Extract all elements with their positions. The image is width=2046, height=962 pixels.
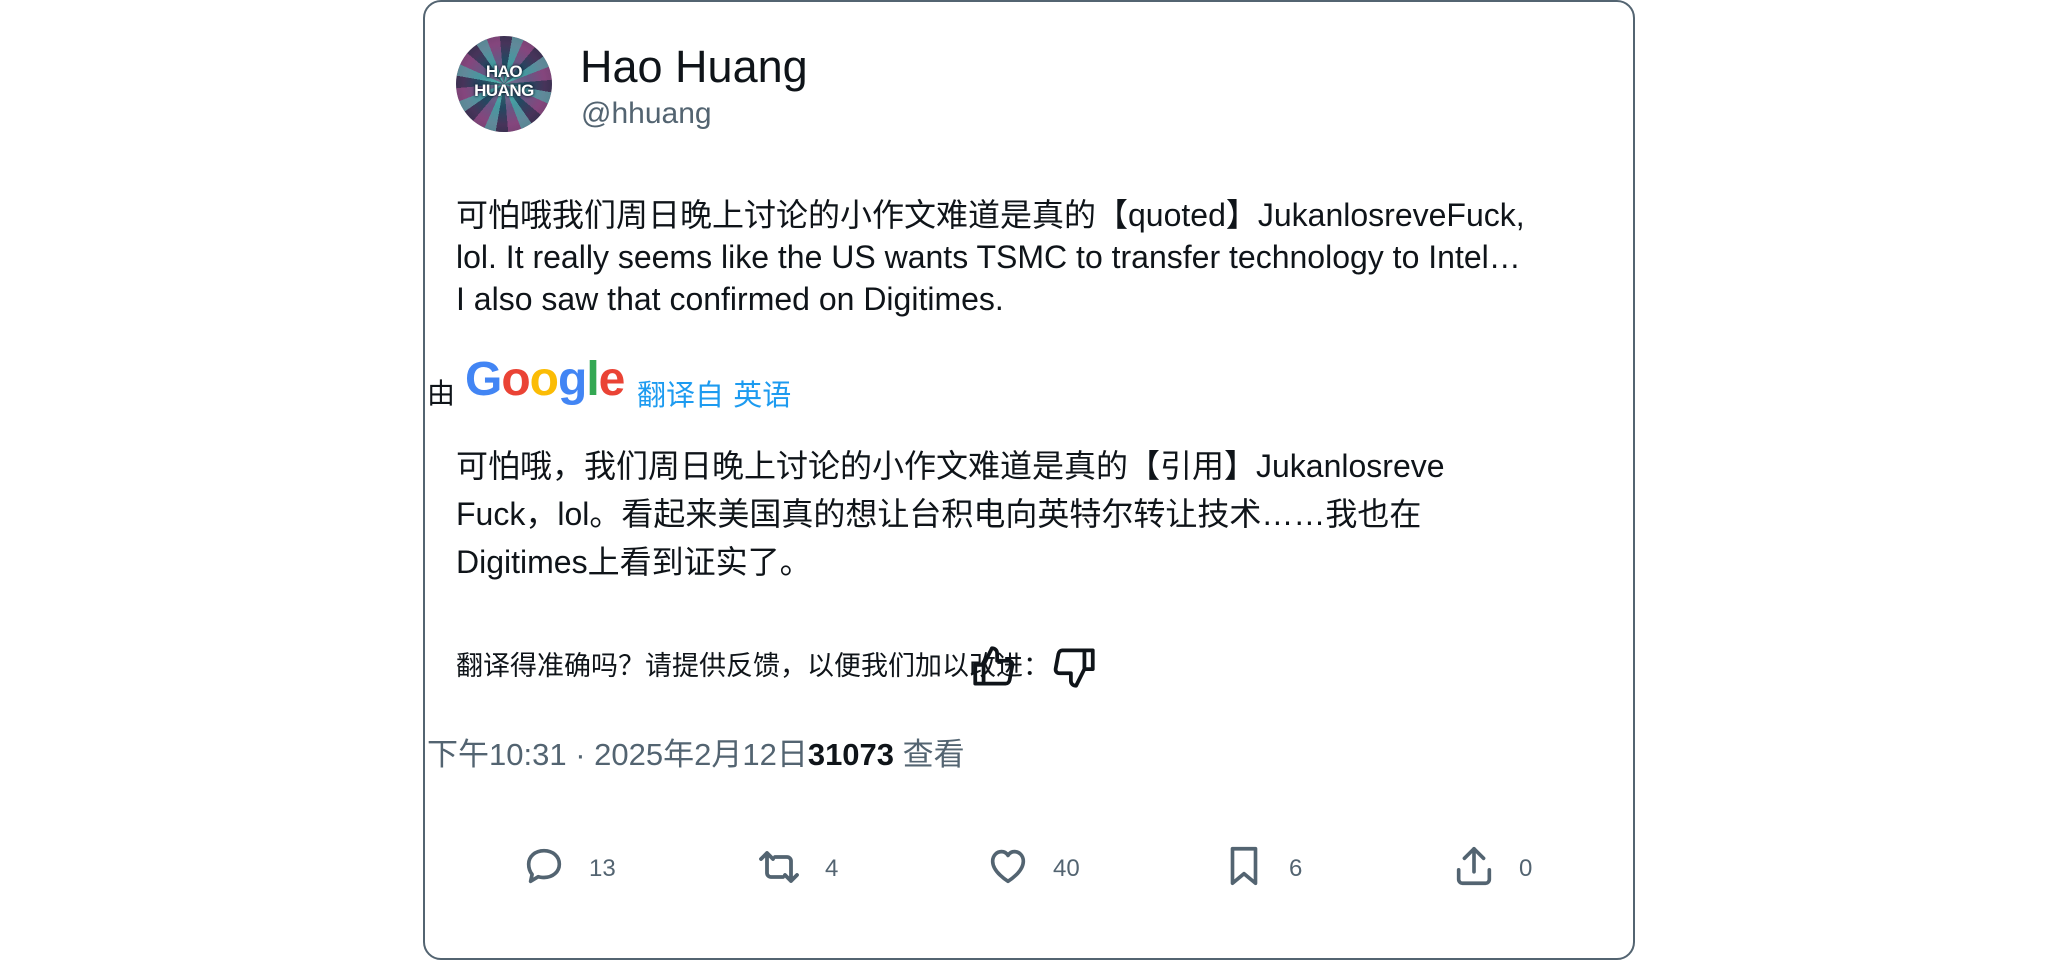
retweet-button[interactable]: 4 bbox=[755, 837, 855, 897]
tweet-text: 可怕哦我们周日晚上讨论的小作文难道是真的【quoted】Jukanlosreve… bbox=[456, 197, 1525, 317]
translation-feedback-prompt: 翻译得准确吗？请提供反馈，以便我们加以改进： bbox=[456, 651, 1050, 682]
share-button[interactable]: 0 bbox=[1451, 837, 1551, 897]
views-count: 31073 bbox=[807, 737, 895, 772]
bookmark-count: 6 bbox=[1289, 855, 1303, 882]
translated-by-label: 由 bbox=[427, 377, 456, 410]
meta-separator: · bbox=[566, 737, 595, 772]
share-icon bbox=[1456, 846, 1492, 886]
like-count: 40 bbox=[1053, 855, 1080, 882]
views-label: 查看 bbox=[894, 737, 965, 772]
tweet-meta: 下午10:31 · 2025年2月12日31073 查看 bbox=[427, 733, 965, 777]
reply-icon bbox=[526, 848, 562, 884]
translated-text: 可怕哦，我们周日晚上讨论的小作文难道是真的【引用】Jukanlosreve Fu… bbox=[456, 448, 1445, 580]
tweet-time[interactable]: 下午10:31 bbox=[427, 737, 567, 772]
thumbs-down-icon[interactable] bbox=[1049, 642, 1099, 692]
like-button[interactable]: 40 bbox=[985, 837, 1095, 897]
retweet-icon bbox=[759, 851, 799, 883]
translation-attribution: 由 Google 翻译自 英语 bbox=[427, 352, 927, 412]
bookmark-icon bbox=[1230, 846, 1258, 886]
action-bar: 13 4 40 6 0 bbox=[425, 837, 1633, 897]
reply-count: 13 bbox=[589, 855, 616, 882]
reply-button[interactable]: 13 bbox=[521, 837, 631, 897]
google-logo: Google bbox=[465, 353, 625, 406]
bookmark-button[interactable]: 6 bbox=[1221, 837, 1321, 897]
display-name[interactable]: Hao Huang bbox=[580, 40, 808, 94]
heart-icon bbox=[990, 849, 1026, 884]
thumbs-up-icon[interactable] bbox=[969, 642, 1019, 692]
translated-from-link[interactable]: 翻译自 英语 bbox=[637, 372, 791, 414]
retweet-count: 4 bbox=[825, 855, 839, 882]
share-count: 0 bbox=[1519, 855, 1533, 882]
tweet-date[interactable]: 2025年2月12日 bbox=[594, 737, 808, 772]
user-handle[interactable]: @hhuang bbox=[581, 97, 712, 131]
avatar[interactable]: HAO HUANG bbox=[456, 36, 552, 132]
avatar-logo-text: HAO HUANG bbox=[474, 62, 534, 100]
tweet-card: HAO HUANG Hao Huang @hhuang 可怕哦我们周日晚上讨论的… bbox=[423, 0, 1635, 960]
